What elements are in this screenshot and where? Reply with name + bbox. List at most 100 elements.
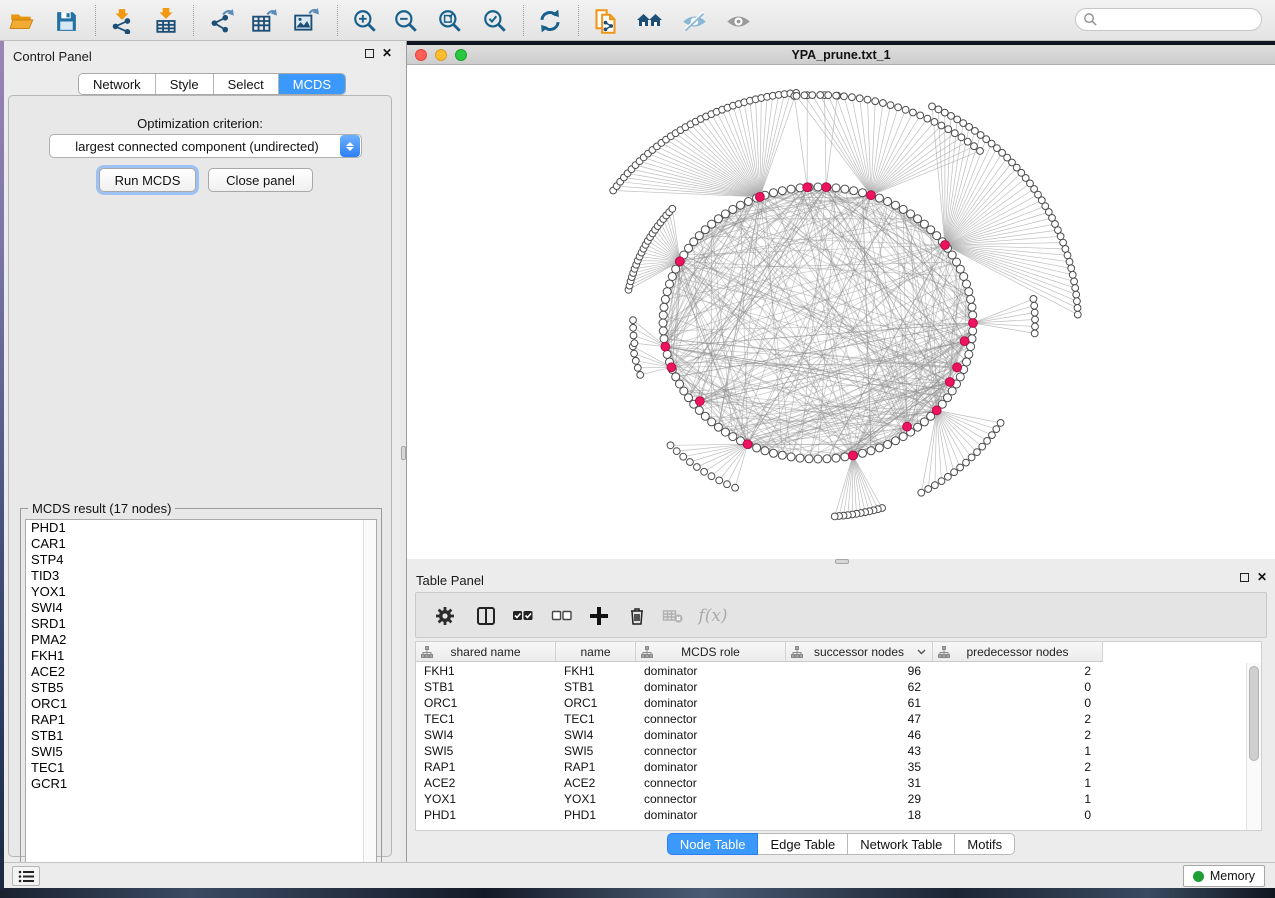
settings-gear-icon[interactable]: [431, 602, 459, 630]
table-row[interactable]: YOX1YOX1connector291: [416, 791, 1246, 807]
column-header-name[interactable]: name: [556, 642, 636, 661]
table-row[interactable]: STB1STB1dominator620: [416, 679, 1246, 695]
mcds-list-scrollbar[interactable]: [363, 520, 376, 874]
hide-selected-icon[interactable]: [680, 7, 708, 35]
mcds-result-item[interactable]: ACE2: [26, 664, 376, 680]
table-cell[interactable]: SWI5: [556, 743, 636, 759]
table-cell[interactable]: 1: [933, 743, 1103, 759]
open-icon[interactable]: [8, 7, 36, 35]
zoom-selected-icon[interactable]: [481, 7, 509, 35]
zoom-in-icon[interactable]: [351, 7, 379, 35]
table-cell[interactable]: TEC1: [416, 711, 556, 727]
add-column-icon[interactable]: [585, 602, 613, 630]
mcds-result-item[interactable]: RAP1: [26, 712, 376, 728]
export-table-icon[interactable]: [250, 7, 278, 35]
mcds-result-item[interactable]: STB5: [26, 680, 376, 696]
delete-column-icon[interactable]: [623, 602, 651, 630]
tab-style[interactable]: Style: [156, 74, 214, 94]
mcds-result-item[interactable]: GCR1: [26, 776, 376, 792]
network-window-titlebar[interactable]: YPA_prune.txt_1: [407, 45, 1275, 65]
refresh-icon[interactable]: [536, 7, 564, 35]
mcds-result-item[interactable]: STP4: [26, 552, 376, 568]
table-cell[interactable]: 0: [933, 807, 1103, 823]
table-cell[interactable]: 0: [933, 695, 1103, 711]
table-cell[interactable]: 35: [786, 759, 933, 775]
mcds-result-item[interactable]: FKH1: [26, 648, 376, 664]
task-history-button[interactable]: [12, 866, 40, 886]
show-all-icon[interactable]: [724, 7, 752, 35]
run-mcds-button[interactable]: Run MCDS: [99, 168, 196, 192]
tab-select[interactable]: Select: [214, 74, 279, 94]
search-input[interactable]: [1098, 13, 1261, 27]
tab-motifs[interactable]: Motifs: [955, 833, 1015, 855]
table-cell[interactable]: 31: [786, 775, 933, 791]
table-cell[interactable]: 1: [933, 791, 1103, 807]
select-all-icon[interactable]: [509, 602, 537, 630]
vertical-splitter[interactable]: [400, 41, 407, 862]
table-cell[interactable]: ACE2: [416, 775, 556, 791]
table-cell[interactable]: SWI5: [416, 743, 556, 759]
mcds-result-item[interactable]: TEC1: [26, 760, 376, 776]
table-cell[interactable]: FKH1: [416, 663, 556, 679]
table-cell[interactable]: 2: [933, 663, 1103, 679]
save-icon[interactable]: [52, 7, 80, 35]
table-cell[interactable]: 43: [786, 743, 933, 759]
first-neighbors-icon[interactable]: [636, 7, 664, 35]
table-row[interactable]: TEC1TEC1connector472: [416, 711, 1246, 727]
mcds-result-item[interactable]: SWI5: [26, 744, 376, 760]
table-cell[interactable]: PHD1: [556, 807, 636, 823]
mcds-result-item[interactable]: SWI4: [26, 600, 376, 616]
table-cell[interactable]: connector: [636, 743, 786, 759]
mcds-result-item[interactable]: YOX1: [26, 584, 376, 600]
column-header-shared-name[interactable]: shared name: [416, 642, 556, 661]
float-panel-icon[interactable]: [365, 49, 374, 58]
mcds-result-item[interactable]: CAR1: [26, 536, 376, 552]
table-row[interactable]: PHD1PHD1dominator180: [416, 807, 1246, 823]
table-cell[interactable]: dominator: [636, 663, 786, 679]
table-cell[interactable]: STB1: [556, 679, 636, 695]
table-cell[interactable]: YOX1: [556, 791, 636, 807]
table-row[interactable]: ACE2ACE2connector311: [416, 775, 1246, 791]
splitter-grip[interactable]: [835, 559, 849, 564]
deselect-all-icon[interactable]: [548, 602, 576, 630]
table-cell[interactable]: dominator: [636, 727, 786, 743]
table-cell[interactable]: 18: [786, 807, 933, 823]
close-panel-icon[interactable]: ✕: [382, 49, 392, 58]
table-cell[interactable]: 46: [786, 727, 933, 743]
column-header-predecessor-nodes[interactable]: predecessor nodes: [933, 642, 1103, 661]
table-cell[interactable]: dominator: [636, 759, 786, 775]
close-panel-icon[interactable]: ✕: [1257, 573, 1267, 582]
column-header-MCDS-role[interactable]: MCDS role: [636, 642, 786, 661]
table-cell[interactable]: dominator: [636, 679, 786, 695]
table-cell[interactable]: dominator: [636, 807, 786, 823]
table-row[interactable]: SWI5SWI5connector431: [416, 743, 1246, 759]
tab-network-table[interactable]: Network Table: [848, 833, 955, 855]
memory-button[interactable]: Memory: [1183, 865, 1265, 887]
tab-mcds[interactable]: MCDS: [279, 74, 345, 94]
mcds-result-item[interactable]: PMA2: [26, 632, 376, 648]
table-cell[interactable]: 2: [933, 727, 1103, 743]
table-cell[interactable]: 62: [786, 679, 933, 695]
table-cell[interactable]: STB1: [416, 679, 556, 695]
zoom-fit-icon[interactable]: [436, 7, 464, 35]
table-cell[interactable]: YOX1: [416, 791, 556, 807]
table-cell[interactable]: ACE2: [556, 775, 636, 791]
table-cell[interactable]: 47: [786, 711, 933, 727]
table-cell[interactable]: RAP1: [416, 759, 556, 775]
close-panel-button[interactable]: Close panel: [208, 168, 313, 192]
tab-network[interactable]: Network: [79, 74, 156, 94]
float-panel-icon[interactable]: [1240, 573, 1249, 582]
network-canvas[interactable]: [407, 65, 1275, 559]
zoom-out-icon[interactable]: [392, 7, 420, 35]
mcds-result-item[interactable]: STB1: [26, 728, 376, 744]
table-cell[interactable]: connector: [636, 711, 786, 727]
table-cell[interactable]: ORC1: [416, 695, 556, 711]
table-cell[interactable]: 29: [786, 791, 933, 807]
table-cell[interactable]: PHD1: [416, 807, 556, 823]
import-table-icon[interactable]: [152, 7, 180, 35]
table-cell[interactable]: connector: [636, 775, 786, 791]
criterion-dropdown[interactable]: largest connected component (undirected): [49, 134, 362, 158]
import-network-icon[interactable]: [108, 7, 136, 35]
duplicate-network-icon[interactable]: [591, 7, 619, 35]
mcds-result-item[interactable]: PHD1: [26, 520, 376, 536]
